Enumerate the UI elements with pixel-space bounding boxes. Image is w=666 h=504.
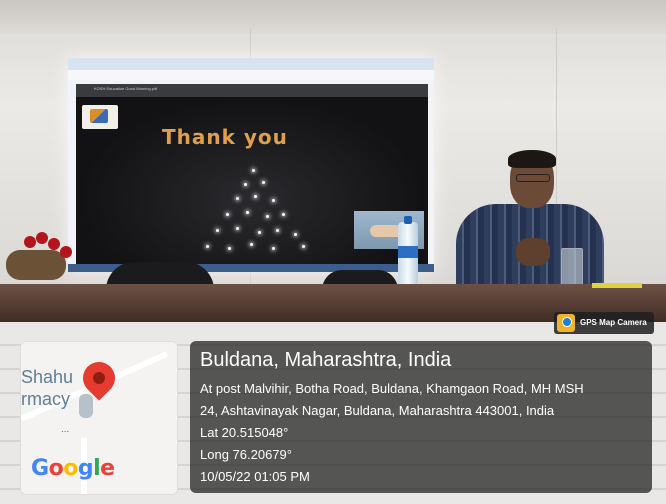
- google-logo-letter: g: [77, 456, 94, 481]
- location-info-card: Buldana, Maharashtra, India At post Malv…: [190, 341, 652, 493]
- sparkle: [236, 227, 239, 230]
- google-logo-letter: G: [31, 456, 49, 481]
- location-title: Buldana, Maharashtra, India: [200, 349, 452, 371]
- basket: [6, 250, 66, 280]
- sparkle: [228, 247, 231, 250]
- longitude: Long 76.20679°: [200, 447, 292, 462]
- map-place-label: Shahu rmacy: [21, 367, 74, 409]
- map-dots: ...: [61, 424, 70, 435]
- flower: [48, 238, 60, 250]
- gps-map-camera-badge: GPS Map Camera: [554, 312, 654, 334]
- pdf-viewer-toolbar: KOSH Education Good Morning.pdf: [76, 84, 428, 97]
- sparkle: [276, 229, 279, 232]
- sparkle: [254, 195, 257, 198]
- browser-tab-bar: [68, 58, 434, 70]
- flower: [24, 236, 36, 248]
- sparkle: [282, 213, 285, 216]
- google-logo: Google: [31, 456, 115, 481]
- presentation-slide: Thank you: [76, 97, 428, 267]
- sparkle: [250, 243, 253, 246]
- kosh-logo: [82, 105, 118, 129]
- sparkle: [246, 211, 249, 214]
- projector-screen: KOSH Education Good Morning.pdf Thank yo…: [68, 58, 434, 272]
- yellow-paper: [592, 283, 642, 288]
- sparkle: [206, 245, 209, 248]
- hair: [508, 150, 556, 168]
- sparkle: [272, 199, 275, 202]
- address-line-1: At post Malvihir, Botha Road, Buldana, K…: [200, 381, 584, 396]
- drinking-glass: [561, 248, 583, 286]
- address-line-2: 24, Ashtavinayak Nagar, Buldana, Maharas…: [200, 403, 555, 418]
- google-logo-letter: o: [63, 456, 78, 481]
- glasses: [516, 174, 550, 182]
- gps-badge-label: GPS Map Camera: [580, 318, 647, 327]
- sparkle: [244, 183, 247, 186]
- sparkle: [266, 215, 269, 218]
- timestamp: 10/05/22 01:05 PM: [200, 469, 310, 484]
- flower: [36, 232, 48, 244]
- map-shield-icon: [79, 394, 93, 418]
- sparkle: [216, 229, 219, 232]
- sparkle: [226, 213, 229, 216]
- sparkle: [236, 197, 239, 200]
- ceiling: [0, 0, 666, 34]
- flower: [60, 246, 72, 258]
- gps-map-camera-icon: [557, 314, 575, 332]
- browser-address-bar: [68, 70, 434, 80]
- google-logo-letter: e: [100, 456, 115, 481]
- sparkle: [258, 231, 261, 234]
- sparkle: [252, 169, 255, 172]
- sparkle: [302, 245, 305, 248]
- google-logo-letter: o: [48, 456, 64, 481]
- latitude: Lat 20.515048°: [200, 425, 289, 440]
- map-thumbnail: Shahu rmacy ... Google: [20, 341, 178, 495]
- sparkle: [272, 247, 275, 250]
- slide-heading: Thank you: [162, 125, 288, 149]
- sparkle: [262, 181, 265, 184]
- clasped-hands: [516, 238, 550, 266]
- seated-man: [456, 150, 606, 294]
- water-bottle: [398, 216, 418, 284]
- sparkle: [294, 233, 297, 236]
- flower-bouquet: [4, 232, 76, 282]
- pdf-title: KOSH Education Good Morning.pdf: [94, 86, 158, 91]
